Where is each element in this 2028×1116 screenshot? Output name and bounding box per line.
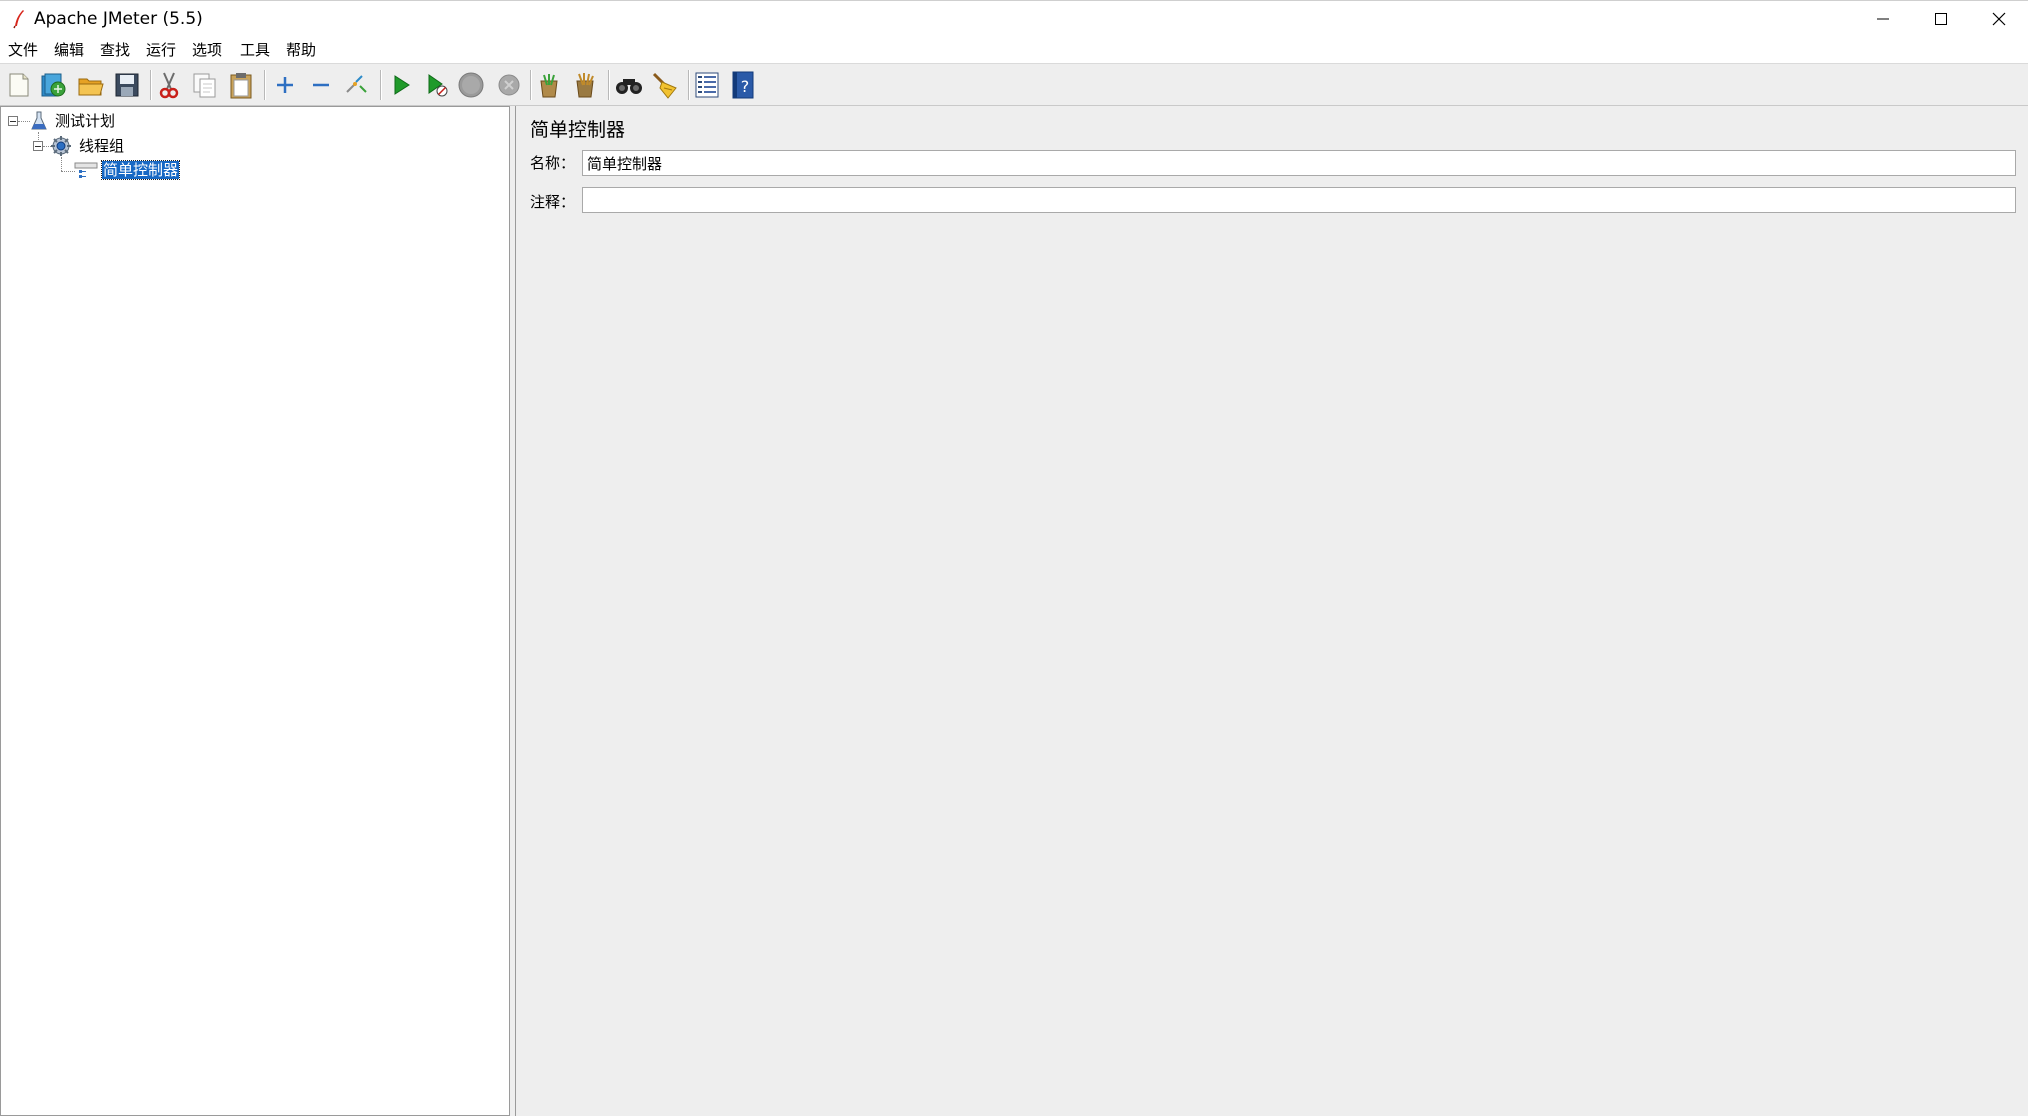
start-no-pauses-button[interactable] bbox=[422, 70, 452, 100]
test-plan-tree: 测试计划 线程组 简单控制器 bbox=[0, 106, 510, 1116]
stop-icon bbox=[458, 72, 484, 98]
toolbar-separator bbox=[264, 70, 266, 100]
collapse-root-toggle[interactable] bbox=[8, 116, 18, 126]
menu-edit[interactable]: 编辑 bbox=[52, 40, 86, 60]
title-bar: Apache JMeter (5.5) bbox=[0, 0, 2028, 36]
toolbar-separator bbox=[688, 70, 690, 100]
close-icon bbox=[1992, 12, 2006, 26]
tree-node-test-plan[interactable]: 测试计划 bbox=[55, 111, 115, 131]
reset-search-button[interactable] bbox=[650, 70, 680, 100]
tree-node-thread-group[interactable]: 线程组 bbox=[79, 136, 124, 156]
cut-icon bbox=[159, 72, 179, 99]
expand-icon bbox=[277, 77, 293, 93]
menu-tools[interactable]: 工具 bbox=[238, 40, 272, 60]
minimize-button[interactable] bbox=[1854, 1, 1912, 37]
reset-search-icon bbox=[652, 72, 677, 99]
name-field[interactable] bbox=[582, 150, 2016, 176]
tree-node-simple-controller[interactable]: 简单控制器 bbox=[100, 160, 181, 180]
help-icon: ? bbox=[732, 71, 754, 99]
minimize-icon bbox=[1877, 18, 1889, 20]
svg-text:?: ? bbox=[741, 77, 750, 96]
open-button[interactable] bbox=[76, 70, 106, 100]
tree-node-label: 测试计划 bbox=[55, 112, 116, 130]
templates-icon bbox=[41, 73, 66, 97]
paste-button[interactable] bbox=[226, 70, 256, 100]
cut-button[interactable] bbox=[154, 70, 184, 100]
collapse-all-button[interactable] bbox=[306, 70, 336, 100]
tree-node-label: 简单控制器 bbox=[100, 160, 181, 180]
shutdown-icon bbox=[498, 74, 520, 96]
save-button[interactable] bbox=[112, 70, 142, 100]
name-label: 名称： bbox=[530, 154, 576, 172]
toolbar-separator bbox=[608, 70, 610, 100]
clear-all-button[interactable] bbox=[570, 70, 600, 100]
toolbar: ? bbox=[0, 64, 2028, 106]
menu-file[interactable]: 文件 bbox=[6, 40, 40, 60]
menu-bar: 文件 编辑 查找 运行 选项 工具 帮助 bbox=[0, 36, 2028, 64]
collapse-icon bbox=[313, 83, 329, 87]
maximize-button[interactable] bbox=[1912, 1, 1970, 37]
copy-button[interactable] bbox=[190, 70, 220, 100]
test-plan-flask-icon bbox=[31, 111, 47, 130]
window-title: Apache JMeter (5.5) bbox=[34, 9, 203, 29]
start-icon bbox=[394, 75, 410, 95]
search-button[interactable] bbox=[614, 70, 644, 100]
stop-button[interactable] bbox=[456, 70, 486, 100]
toggle-icon bbox=[346, 75, 367, 93]
tree-node-label: 线程组 bbox=[79, 137, 125, 155]
menu-run[interactable]: 运行 bbox=[144, 40, 178, 60]
paste-icon bbox=[230, 73, 252, 99]
start-button[interactable] bbox=[386, 70, 416, 100]
maximize-icon bbox=[1935, 13, 1947, 25]
clear-all-icon bbox=[576, 73, 594, 98]
toolbar-separator bbox=[530, 70, 532, 100]
menu-search[interactable]: 查找 bbox=[98, 40, 132, 60]
comment-field[interactable] bbox=[582, 187, 2016, 213]
jmeter-feather-icon bbox=[13, 10, 24, 29]
panel-title: 简单控制器 bbox=[530, 119, 626, 141]
toolbar-separator bbox=[150, 70, 152, 100]
controller-config-panel: 简单控制器 名称： 注释： bbox=[516, 106, 2028, 1116]
copy-icon bbox=[193, 73, 216, 98]
comment-label: 注释： bbox=[530, 193, 576, 211]
open-icon bbox=[78, 78, 104, 96]
shutdown-button[interactable] bbox=[494, 70, 524, 100]
close-button[interactable] bbox=[1970, 1, 2028, 37]
tree-connector bbox=[61, 157, 62, 171]
new-button[interactable] bbox=[4, 70, 34, 100]
help-button[interactable]: ? bbox=[728, 70, 758, 100]
toolbar-separator bbox=[380, 70, 382, 100]
function-helper-button[interactable] bbox=[692, 70, 722, 100]
new-icon bbox=[9, 73, 29, 97]
menu-options[interactable]: 选项 bbox=[190, 40, 224, 60]
menu-help[interactable]: 帮助 bbox=[284, 40, 318, 60]
clear-button[interactable] bbox=[534, 70, 564, 100]
thread-group-gear-icon bbox=[51, 136, 71, 156]
search-icon bbox=[616, 79, 642, 94]
collapse-thread-group-toggle[interactable] bbox=[33, 141, 43, 151]
function-helper-icon bbox=[695, 72, 719, 98]
expand-all-button[interactable] bbox=[270, 70, 300, 100]
jmeter-window: Apache JMeter (5.5) 文件 编辑 查找 运行 选项 工具 帮助 bbox=[0, 0, 2028, 1116]
save-icon bbox=[115, 73, 139, 97]
simple-controller-icon bbox=[74, 162, 98, 178]
toggle-button[interactable] bbox=[342, 70, 372, 100]
start-no-pauses-icon bbox=[428, 74, 448, 97]
clear-icon bbox=[540, 74, 558, 98]
templates-button[interactable] bbox=[38, 70, 68, 100]
